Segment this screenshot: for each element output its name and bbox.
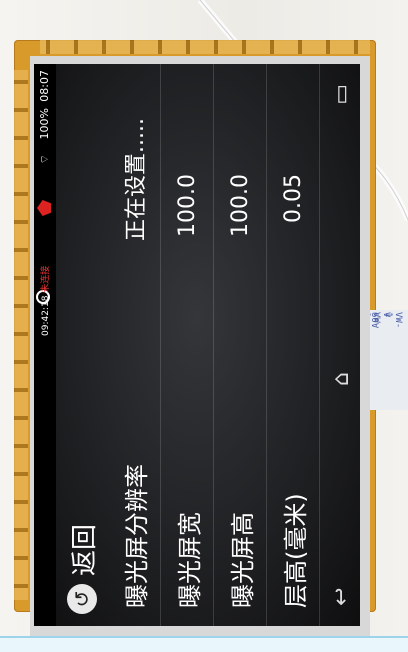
setting-value: 100.0 (227, 174, 253, 237)
setting-value: 100.0 (174, 174, 200, 237)
status-bar: 09:42:18 未连接 ⌔ 100% 08:07 (34, 64, 56, 626)
nav-recent-apps-icon[interactable]: ▭ (329, 84, 354, 105)
flex-teeth-top (40, 40, 370, 54)
setting-label: 曝光屏宽 (175, 512, 204, 608)
setting-label: 曝光屏高 (228, 512, 257, 608)
navigation-bar: ↩ ⌂ ▭ (320, 64, 360, 626)
settings-list: 曝光屏分辨率 正在设置..... 曝光屏宽 100.0 曝光屏高 100.0 层… (108, 64, 320, 626)
setting-row-resolution[interactable]: 曝光屏分辨率 正在设置..... (108, 64, 161, 626)
setting-row-width[interactable]: 曝光屏宽 100.0 (161, 64, 214, 626)
setting-row-layer-height[interactable]: 层高(毫米) 0.05 (267, 64, 320, 626)
setting-row-height[interactable]: 曝光屏高 100.0 (214, 64, 267, 626)
back-label: 返回 (69, 523, 100, 576)
setting-label: 曝光屏分辨率 (122, 464, 151, 608)
back-arrow-icon: ↺ (67, 584, 97, 614)
wifi-icon: ⌔ (38, 154, 51, 165)
nav-home-icon[interactable]: ⌂ (329, 372, 354, 386)
back-button[interactable]: ↺ 返回 (64, 524, 100, 614)
battery-level: 100% (38, 108, 51, 140)
screen-wrap: 09:42:18 未连接 ⌔ 100% 08:07 ↺ 返回 曝光屏分辨率 正在… (34, 64, 360, 626)
title-bar: ↺ 返回 (58, 64, 106, 626)
setting-value: 0.05 (280, 174, 306, 223)
brand-logo-icon (37, 200, 51, 216)
status-time: 08:07 (38, 70, 51, 102)
nav-back-icon[interactable]: ↩ (329, 588, 354, 606)
setting-value: 正在设置..... (124, 118, 149, 241)
setting-label: 层高(毫米) (281, 493, 310, 608)
connection-status: 未连接 (41, 265, 51, 293)
screen: 09:42:18 未连接 ⌔ 100% 08:07 ↺ 返回 曝光屏分辨率 正在… (34, 64, 360, 626)
small-clock: 09:42:18 未连接 (41, 265, 51, 336)
flex-teeth-left (14, 70, 28, 600)
